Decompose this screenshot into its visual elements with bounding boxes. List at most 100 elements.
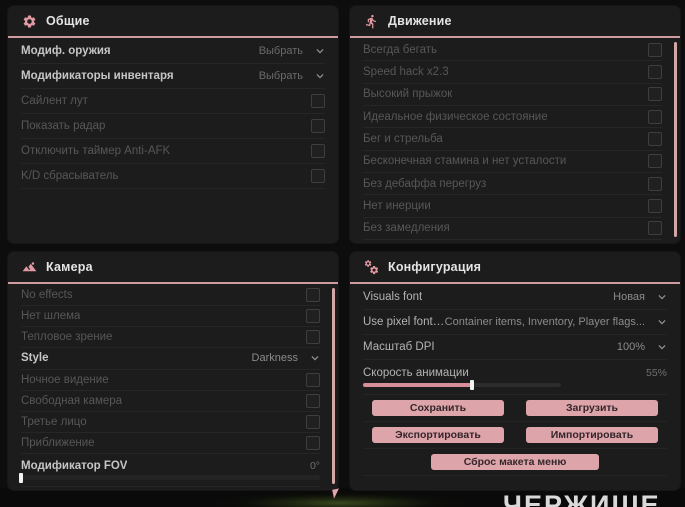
- chevron-down-icon: [316, 73, 324, 79]
- slider-value: 55%: [645, 367, 667, 379]
- setting-row-no-overload-debuff[interactable]: Без дебаффа перегруз: [363, 173, 662, 196]
- setting-row-no-helmet[interactable]: Нет шлема: [21, 306, 320, 328]
- setting-row-style[interactable]: Style Darkness: [21, 348, 320, 370]
- checkbox[interactable]: [311, 169, 325, 183]
- setting-row-speed-hack[interactable]: Speed hack x2.3: [363, 61, 662, 84]
- checkbox[interactable]: [648, 154, 662, 169]
- setting-row-kd-reset[interactable]: K/D сбрасыватель: [21, 164, 325, 189]
- checkbox[interactable]: [648, 87, 662, 102]
- setting-row-no-slowdown[interactable]: Без замедления: [363, 218, 662, 240]
- slider-handle[interactable]: [469, 380, 474, 390]
- dropdown-dpi-scale[interactable]: 100%: [617, 341, 667, 353]
- panel-movement-header: Движение: [350, 6, 680, 38]
- setting-row-silent-loot[interactable]: Сайлент лут: [21, 89, 325, 114]
- setting-row-fov-modifier[interactable]: Модификатор FOV 0°: [19, 454, 320, 487]
- dropdown-visuals-font[interactable]: Новая: [613, 291, 667, 303]
- setting-label: Скорость анимации: [363, 367, 469, 379]
- setting-row-no-inertia[interactable]: Нет инерции: [363, 195, 662, 218]
- checkbox[interactable]: [648, 131, 662, 146]
- save-button[interactable]: Сохранить: [372, 400, 504, 416]
- setting-label: Модиф. оружия: [21, 45, 111, 57]
- checkbox[interactable]: [648, 221, 662, 236]
- animation-speed-slider[interactable]: [363, 380, 561, 390]
- scrollbar[interactable]: [332, 288, 335, 484]
- setting-row-night-vision[interactable]: Ночное видение: [21, 370, 320, 391]
- checkbox[interactable]: [311, 94, 325, 108]
- dropdown-style[interactable]: Darkness: [252, 352, 320, 364]
- setting-row-inventory-mods[interactable]: Модификаторы инвентаря Выбрать: [21, 64, 325, 89]
- load-button[interactable]: Загрузить: [526, 400, 658, 416]
- image-icon: [21, 259, 37, 275]
- dropdown-inventory-mods[interactable]: Выбрать: [259, 70, 325, 82]
- setting-row-perfect-condition[interactable]: Идеальное физическое состояние: [363, 106, 662, 129]
- chevron-down-icon: [658, 319, 666, 325]
- setting-label: Бесконечная стамина и нет усталости: [363, 155, 567, 168]
- dropdown-value: Выбрать: [258, 45, 303, 57]
- chevron-down-icon: [658, 294, 666, 300]
- slider-handle[interactable]: [19, 472, 23, 483]
- checkbox[interactable]: [306, 372, 320, 387]
- setting-row-high-jump[interactable]: Высокий прыжок: [363, 84, 662, 106]
- checkbox[interactable]: [306, 393, 320, 408]
- checkbox[interactable]: [306, 414, 320, 429]
- checkbox[interactable]: [311, 144, 325, 158]
- reset-menu-layout-button[interactable]: Сброс макета меню: [431, 454, 599, 470]
- setting-row-show-radar[interactable]: Показать радар: [21, 114, 325, 139]
- setting-row-zoom[interactable]: Приближение: [21, 433, 320, 454]
- setting-row-dpi-scale[interactable]: Масштаб DPI 100%: [363, 335, 667, 360]
- checkbox[interactable]: [648, 198, 662, 213]
- export-button[interactable]: Экспортировать: [372, 427, 504, 443]
- checkbox[interactable]: [648, 109, 662, 124]
- checkbox[interactable]: [306, 288, 320, 303]
- dropdown-value: Выбрать: [258, 70, 303, 82]
- panel-title: Общие: [46, 14, 90, 28]
- checkbox[interactable]: [648, 64, 662, 79]
- setting-label: Показать радар: [21, 120, 106, 132]
- setting-label: K/D сбрасыватель: [21, 170, 119, 182]
- fov-slider[interactable]: [19, 472, 320, 483]
- gears-icon: [363, 259, 379, 275]
- setting-row-thermal-vision[interactable]: Тепловое зрение: [21, 327, 320, 349]
- setting-row-visuals-font[interactable]: Visuals font Новая: [363, 285, 667, 310]
- panel-title: Конфигурация: [388, 260, 482, 274]
- dropdown-value: Новая: [613, 291, 645, 303]
- button-row-reset: Сброс макета меню: [363, 449, 667, 476]
- setting-label: Style: [21, 352, 49, 365]
- scrollbar[interactable]: [674, 42, 677, 237]
- dropdown-pixel-font[interactable]: Container items, Inventory, Player flags…: [445, 316, 667, 328]
- setting-row-no-effects[interactable]: No effects: [21, 285, 320, 307]
- import-button[interactable]: Импортировать: [526, 427, 658, 443]
- setting-label: No effects: [21, 289, 73, 302]
- chevron-down-icon: [658, 344, 666, 350]
- panel-movement: Движение Всегда бегать Speed hack x2.3 В…: [350, 6, 680, 243]
- setting-row-animation-speed[interactable]: Скорость анимации 55%: [363, 360, 667, 395]
- setting-row-infinite-stamina[interactable]: Бесконечная стамина и нет усталости: [363, 151, 662, 173]
- setting-row-anti-afk[interactable]: Отключить таймер Anti-AFK: [21, 139, 325, 164]
- checkbox[interactable]: [306, 435, 320, 450]
- setting-label: Идеальное физическое состояние: [363, 110, 548, 123]
- checkbox[interactable]: [306, 330, 320, 345]
- setting-row-weapon-mod[interactable]: Модиф. оружия Выбрать: [21, 39, 325, 64]
- setting-row-always-run[interactable]: Всегда бегать: [363, 39, 662, 62]
- checkbox[interactable]: [306, 309, 320, 324]
- setting-label: Бег и стрельба: [363, 132, 443, 145]
- runner-icon: [363, 13, 379, 29]
- chevron-down-icon: [311, 356, 319, 361]
- checkbox[interactable]: [648, 42, 662, 57]
- setting-label: Высокий прыжок: [363, 88, 453, 101]
- setting-row-pixel-font[interactable]: Use pixel font for Container items, Inve…: [363, 310, 667, 335]
- button-row-save-load: Сохранить Загрузить: [363, 395, 667, 422]
- checkbox[interactable]: [648, 176, 662, 191]
- panel-camera-header: Камера: [8, 252, 338, 284]
- checkbox[interactable]: [311, 119, 325, 133]
- setting-label: Приближение: [21, 436, 95, 449]
- setting-label: Visuals font: [363, 291, 423, 303]
- setting-row-third-person[interactable]: Третье лицо: [21, 412, 320, 433]
- setting-row-run-and-shoot[interactable]: Бег и стрельба: [363, 128, 662, 151]
- setting-label: Третье лицо: [21, 415, 87, 428]
- setting-label: Без замедления: [363, 222, 450, 235]
- button-row-export-import: Экспортировать Импортировать: [363, 422, 667, 449]
- setting-row-free-camera[interactable]: Свободная камера: [21, 391, 320, 412]
- setting-label: Модификаторы инвентаря: [21, 70, 174, 82]
- dropdown-weapon-mod[interactable]: Выбрать: [259, 45, 325, 57]
